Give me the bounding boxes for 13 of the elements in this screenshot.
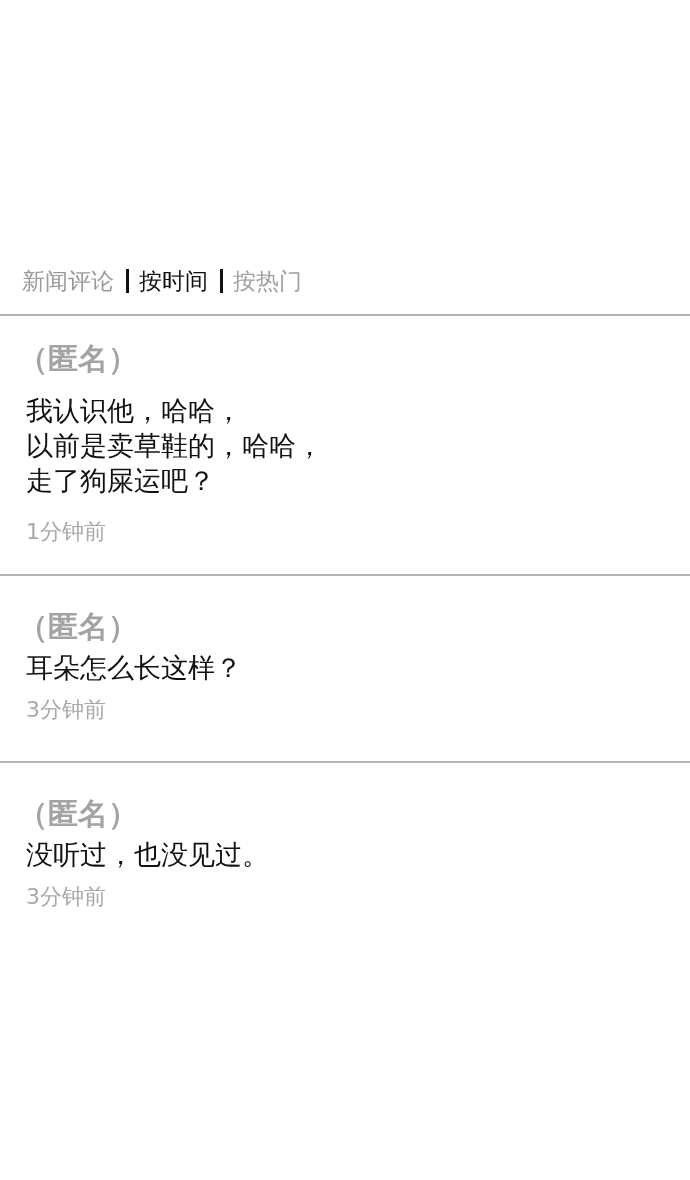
comment-time: 3分钟前 xyxy=(26,696,106,724)
comment-line: 以前是卖草鞋的，哈哈， xyxy=(26,429,323,463)
comment-line: 耳朵怎么长这样？ xyxy=(26,651,242,685)
comment-line: 我认识他，哈哈， xyxy=(26,394,242,428)
comment-time: 1分钟前 xyxy=(26,518,106,546)
comment-time: 3分钟前 xyxy=(26,883,106,911)
author-name: （匿名） xyxy=(18,608,138,646)
comment-line: 没听过，也没见过。 xyxy=(26,838,269,872)
comment-line: 走了狗屎运吧？ xyxy=(26,464,215,498)
author-name: （匿名） xyxy=(18,795,138,833)
sort-tab[interactable]: 按时间 xyxy=(139,266,208,296)
author-name: （匿名） xyxy=(18,340,138,378)
header-title: 新闻评论 xyxy=(22,267,114,296)
